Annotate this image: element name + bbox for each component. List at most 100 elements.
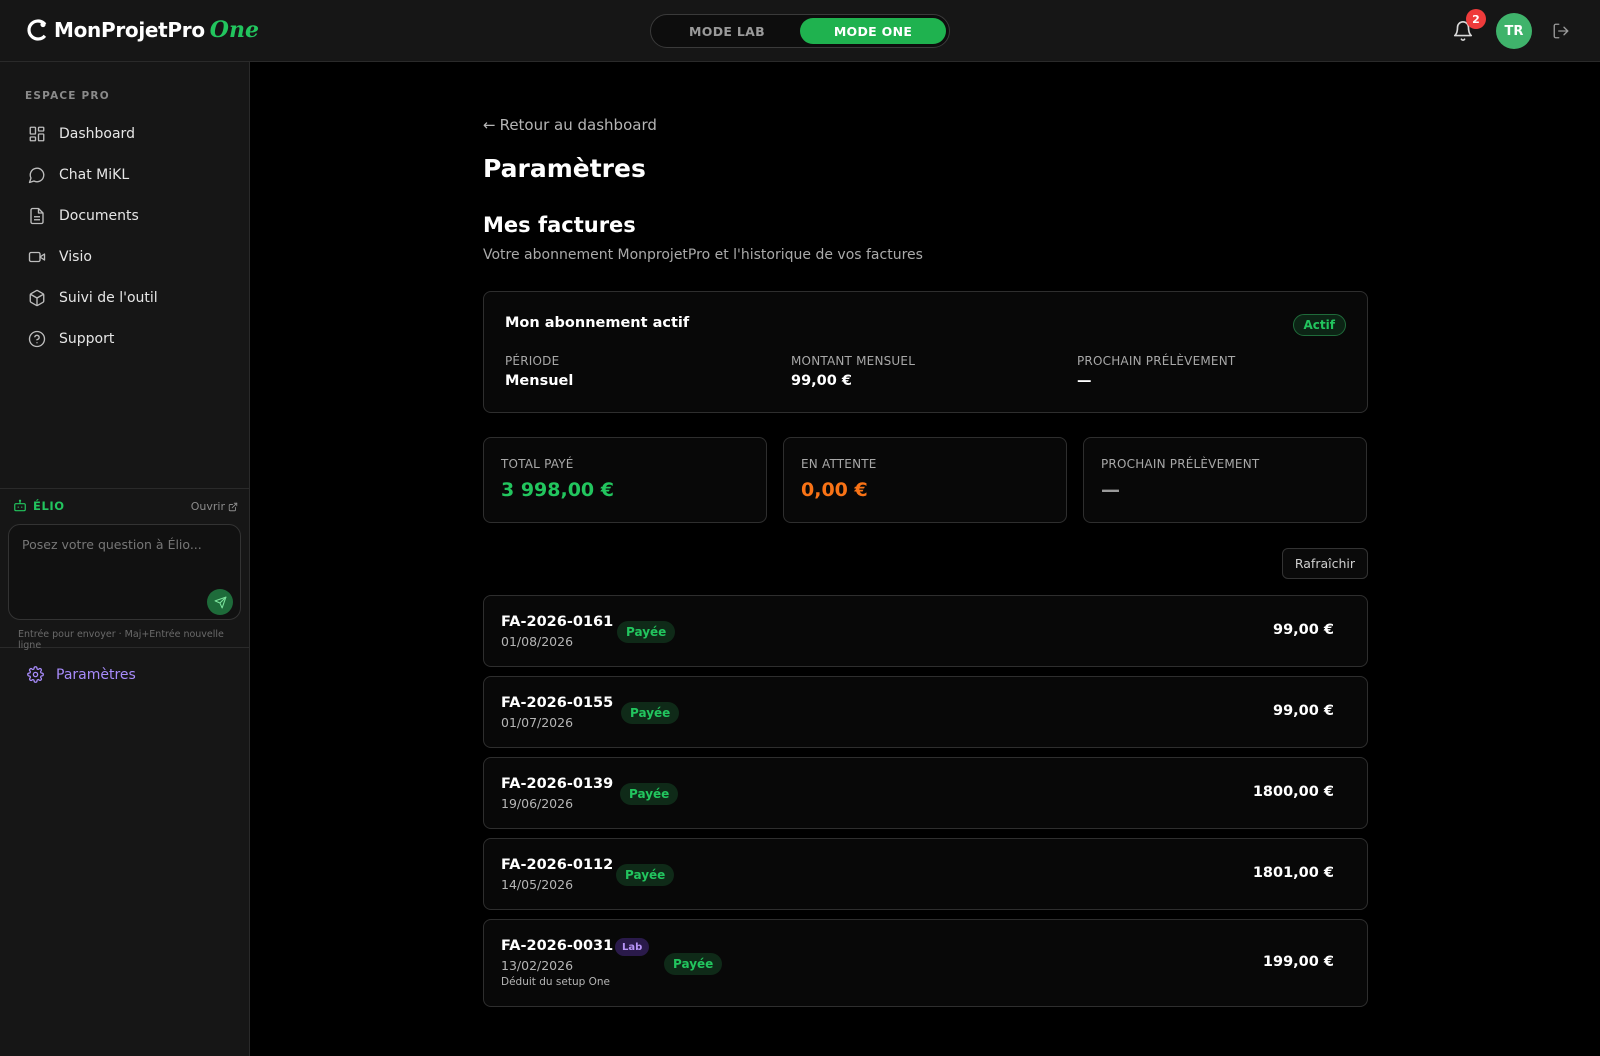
field-value: —: [1077, 373, 1092, 389]
mode-lab-button[interactable]: MODE LAB: [654, 18, 800, 44]
invoice-date: 14/05/2026: [501, 877, 574, 892]
sidebar-item-label: Paramètres: [56, 666, 136, 683]
invoice-number: FA-2026-0112: [501, 857, 614, 873]
sidebar-item-label: Chat MiKL: [59, 167, 130, 183]
sidebar: ESPACE PRO Dashboard Chat MiKL Documents…: [0, 62, 250, 1056]
subscription-card: Mon abonnement actif Actif PÉRIODE Mensu…: [483, 291, 1368, 413]
field-value: Mensuel: [505, 373, 574, 389]
back-link[interactable]: ← Retour au dashboard: [483, 116, 657, 134]
arrow-left-icon: ←: [483, 116, 496, 134]
sidebar-item-label: Dashboard: [59, 126, 135, 142]
status-badge: Payée: [620, 783, 679, 805]
assistant-panel: ÉLIO Ouvrir Posez votre question à Élio.…: [0, 488, 250, 651]
invoice-date: 01/08/2026: [501, 634, 574, 649]
dashboard-icon: [29, 126, 45, 142]
sidebar-item-label: Documents: [59, 208, 139, 224]
gear-icon: [27, 666, 44, 683]
invoice-number: FA-2026-0031: [501, 938, 614, 954]
status-badge: Payée: [621, 702, 680, 724]
box-icon: [29, 289, 45, 307]
status-badge: Payée: [664, 953, 723, 975]
notification-badge: 2: [1466, 9, 1486, 29]
stat-value: —: [1101, 479, 1120, 501]
sidebar-item-label: Suivi de l'outil: [59, 290, 158, 306]
sidebar-item-label: Visio: [59, 249, 92, 265]
mode-one-button[interactable]: MODE ONE: [800, 18, 946, 44]
invoice-number: FA-2026-0139: [501, 776, 614, 792]
page-title: Paramètres: [483, 154, 646, 183]
field-value: 99,00 €: [791, 373, 853, 389]
invoice-amount: 199,00 €: [1262, 954, 1334, 970]
assistant-hint: Entrée pour envoyer · Maj+Entrée nouvell…: [18, 629, 224, 651]
document-icon: [30, 207, 44, 225]
assistant-input[interactable]: Posez votre question à Élio...: [8, 524, 241, 620]
invoice-date: 01/07/2026: [501, 715, 574, 730]
invoice-amount: 1801,00 €: [1252, 865, 1334, 881]
sidebar-item-documents[interactable]: Documents: [28, 203, 228, 229]
sidebar-item-support[interactable]: Support: [28, 326, 228, 352]
subscription-field-amount: MONTANT MENSUEL 99,00 €: [791, 354, 915, 389]
assistant-open-label: Ouvrir: [190, 500, 225, 513]
logo-icon: [26, 18, 50, 42]
chat-icon: [28, 167, 45, 184]
top-bar: MonProjetPro One MODE LAB MODE ONE 2 TR: [0, 0, 1600, 62]
invoice-date: 13/02/2026: [501, 958, 574, 973]
status-badge: Payée: [616, 864, 675, 886]
invoice-row[interactable]: FA-2026-0139 19/06/2026 Payée 1800,00 €: [483, 757, 1368, 829]
invoice-amount: 99,00 €: [1272, 703, 1334, 719]
refresh-button[interactable]: Rafraîchir: [1281, 548, 1368, 579]
invoice-row[interactable]: FA-2026-0155 01/07/2026 Payée 99,00 €: [483, 676, 1368, 748]
stat-label: PROCHAIN PRÉLÈVEMENT: [1101, 457, 1260, 471]
sidebar-item-chat[interactable]: Chat MiKL: [28, 162, 228, 188]
app-logo[interactable]: MonProjetPro One: [26, 17, 259, 43]
assistant-send-button[interactable]: [207, 589, 233, 615]
sidebar-item-label: Support: [59, 331, 115, 347]
stat-card-next: PROCHAIN PRÉLÈVEMENT —: [1083, 437, 1367, 523]
avatar[interactable]: TR: [1496, 13, 1532, 49]
invoice-note: Déduit du setup One: [501, 976, 610, 988]
invoice-row[interactable]: FA-2026-0161 01/08/2026 Payée 99,00 €: [483, 595, 1368, 667]
assistant-open-link[interactable]: Ouvrir: [191, 500, 238, 513]
logo-suffix: One: [209, 17, 259, 43]
invoice-amount: 1800,00 €: [1252, 784, 1334, 800]
logo-text: MonProjetPro: [54, 18, 205, 42]
sidebar-section-label: ESPACE PRO: [25, 90, 110, 102]
stat-value: 3 998,00 €: [501, 479, 614, 501]
logout-icon[interactable]: [1552, 22, 1570, 40]
sidebar-item-suivi[interactable]: Suivi de l'outil: [28, 285, 228, 311]
sidebar-item-visio[interactable]: Visio: [28, 244, 228, 270]
video-icon: [28, 251, 46, 263]
subscription-title: Mon abonnement actif: [505, 315, 690, 331]
status-badge: Actif: [1292, 314, 1346, 336]
invoice-row[interactable]: FA-2026-0112 14/05/2026 Payée 1801,00 €: [483, 838, 1368, 910]
external-link-icon: [228, 502, 238, 511]
stat-label: EN ATTENTE: [801, 457, 877, 471]
invoice-date: 19/06/2026: [501, 796, 574, 811]
stat-card-pending: EN ATTENTE 0,00 €: [783, 437, 1067, 523]
section-subtitle: Votre abonnement MonprojetPro et l'histo…: [483, 247, 923, 263]
robot-icon: [14, 499, 26, 512]
subscription-field-next: PROCHAIN PRÉLÈVEMENT —: [1077, 354, 1235, 389]
field-label: PROCHAIN PRÉLÈVEMENT: [1077, 354, 1236, 368]
section-title: Mes factures: [483, 213, 636, 237]
invoice-number: FA-2026-0155: [501, 695, 614, 711]
stat-value: 0,00 €: [801, 479, 868, 501]
help-icon: [28, 330, 46, 348]
status-badge: Payée: [617, 621, 676, 643]
lab-tag: Lab: [615, 938, 650, 956]
send-icon: [214, 596, 226, 608]
invoice-number: FA-2026-0161: [501, 614, 614, 630]
sidebar-item-settings[interactable]: Paramètres: [27, 666, 136, 683]
sidebar-item-dashboard[interactable]: Dashboard: [28, 121, 228, 147]
assistant-header: ÉLIO: [13, 499, 65, 513]
field-label: PÉRIODE: [505, 354, 560, 368]
invoice-row[interactable]: FA-2026-0031 Lab 13/02/2026 Déduit du se…: [483, 919, 1368, 1007]
assistant-title: ÉLIO: [33, 499, 65, 513]
back-link-label: Retour au dashboard: [499, 116, 657, 134]
subscription-field-period: PÉRIODE Mensuel: [505, 354, 573, 389]
mode-switch: MODE LAB MODE ONE: [650, 14, 950, 48]
invoice-amount: 99,00 €: [1272, 622, 1334, 638]
stat-card-total: TOTAL PAYÉ 3 998,00 €: [483, 437, 767, 523]
stat-label: TOTAL PAYÉ: [501, 457, 574, 471]
field-label: MONTANT MENSUEL: [791, 354, 916, 368]
